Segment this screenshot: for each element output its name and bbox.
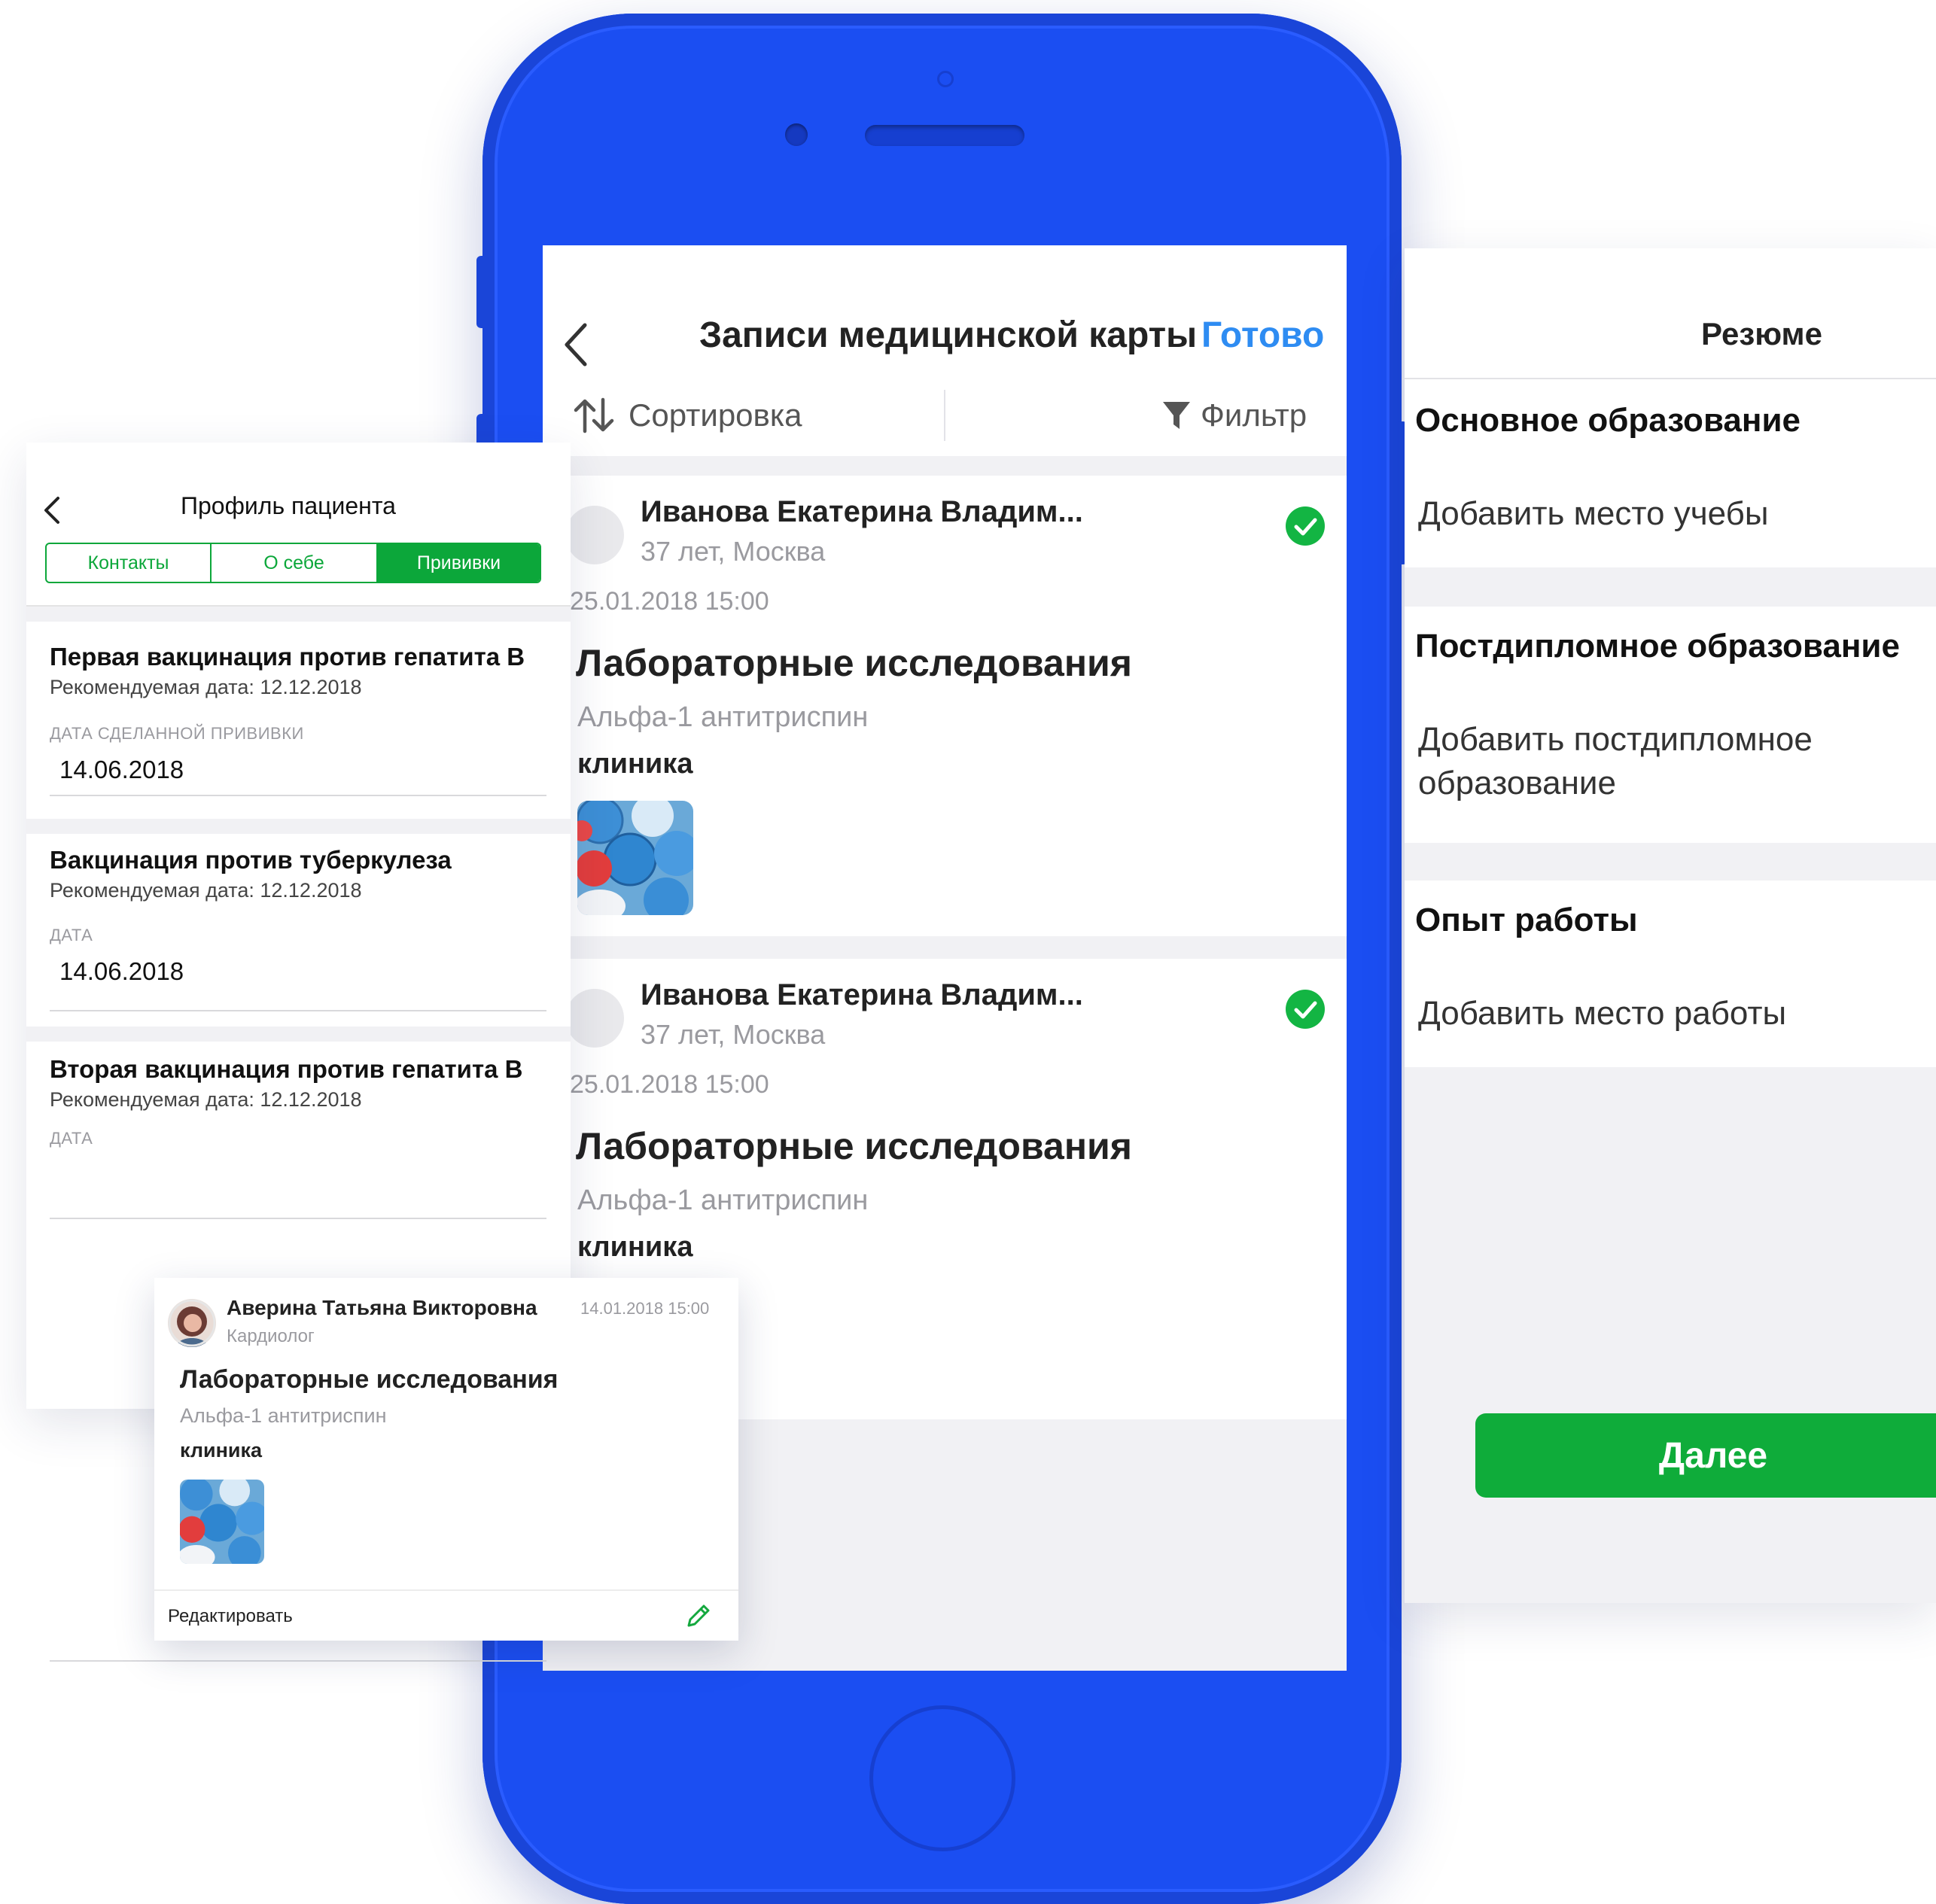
resume-header: Резюме: [1405, 248, 1936, 379]
patient-name: Иванова Екатерина Владим...: [641, 978, 1083, 1011]
page-title: Профиль пациента: [181, 492, 396, 519]
vaccination-recommended-date: Рекомендуемая дата: 12.12.2018: [50, 1088, 362, 1111]
pencil-icon[interactable]: [683, 1601, 713, 1632]
record-datetime: 25.01.2018 15:00: [570, 1070, 769, 1099]
sort-label: Сортировка: [629, 397, 802, 433]
vaccination-title: Вакцинация против туберкулеза: [50, 846, 452, 874]
home-button[interactable]: [869, 1705, 1015, 1851]
patient-avatar: [565, 506, 624, 564]
tab-vaccinations[interactable]: Прививки: [376, 544, 540, 582]
vaccination-date-label: ДАТА: [50, 926, 93, 944]
sort-arrows-icon: [574, 397, 614, 433]
record-datetime: 25.01.2018 15:00: [570, 587, 769, 616]
phone-side-button: [476, 256, 489, 328]
record-clinic: клиника: [577, 1231, 693, 1263]
add-work-link[interactable]: Добавить место работы: [1418, 992, 1786, 1036]
section-heading: Основное образование: [1415, 402, 1801, 439]
profile-header: Профиль пациента Контакты О себе Прививк…: [26, 443, 571, 607]
doctor-name: Аверина Татьяна Викторовна: [227, 1296, 537, 1319]
profile-tabs: Контакты О себе Прививки: [45, 543, 541, 583]
add-education-link[interactable]: Добавить место учебы: [1418, 492, 1768, 536]
patient-name: Иванова Екатерина Владим...: [641, 495, 1083, 528]
vaccination-date-label: ДАТА СДЕЛАННОЙ ПРИВИВКИ: [50, 724, 304, 743]
record-subtitle: Альфа-1 антитриспин: [577, 1185, 869, 1216]
field-underline: [50, 1660, 546, 1662]
field-underline: [50, 1010, 546, 1011]
record-subtitle: Альфа-1 антитриспин: [180, 1404, 387, 1427]
toolbar-divider: [944, 390, 945, 441]
record-clinic: клиника: [577, 748, 693, 780]
chevron-left-icon[interactable]: [37, 489, 64, 531]
page-title: Записи медицинской карты: [699, 315, 1198, 355]
add-postgraduate-line2: образование: [1418, 765, 1616, 801]
record-title: Лабораторные исследования: [576, 1125, 1132, 1167]
record-title: Лабораторные исследования: [180, 1365, 559, 1394]
vaccination-item: Вакцинация против туберкулеза Рекомендуе…: [26, 834, 571, 1027]
doctor-record-card[interactable]: Аверина Татьяна Викторовна Кардиолог 14.…: [154, 1278, 738, 1641]
record-card[interactable]: Иванова Екатерина Владим... 37 лет, Моск…: [543, 476, 1347, 936]
card-footer: Редактировать: [154, 1589, 738, 1642]
vaccination-date-field[interactable]: 14.06.2018: [59, 957, 184, 986]
doctor-role: Кардиолог: [227, 1326, 315, 1346]
section-heading: Постдипломное образование: [1415, 628, 1900, 665]
avatar: [168, 1299, 216, 1347]
vaccination-title: Первая вакцинация против гепатита B: [50, 643, 525, 671]
check-circle-icon: [1285, 506, 1326, 546]
patient-meta: 37 лет, Москва: [641, 536, 826, 567]
vaccination-title: Вторая вакцинация против гепатита B: [50, 1055, 523, 1083]
record-attachment-thumbnail[interactable]: [180, 1480, 264, 1564]
record-attachment-thumbnail[interactable]: [577, 801, 693, 915]
check-circle-icon: [1285, 989, 1326, 1030]
edit-button[interactable]: Редактировать: [168, 1606, 293, 1627]
vaccination-recommended-date: Рекомендуемая дата: 12.12.2018: [50, 879, 362, 902]
field-underline: [50, 795, 546, 796]
section-separator: [26, 819, 571, 834]
proximity-sensor: [937, 71, 954, 87]
patient-profile-panel: Профиль пациента Контакты О себе Прививк…: [26, 443, 571, 1662]
earpiece-speaker: [865, 125, 1024, 146]
tab-contacts[interactable]: Контакты: [47, 544, 210, 582]
chevron-left-icon[interactable]: [555, 313, 600, 373]
navigation-bar: Записи медицинской карты Готово Сортиров…: [543, 245, 1347, 456]
section-heading: Опыт работы: [1415, 902, 1638, 938]
vaccination-date-label: ДАТА: [50, 1129, 93, 1148]
add-postgraduate-link[interactable]: Добавить постдипломное образование: [1418, 718, 1813, 805]
front-camera: [785, 123, 808, 146]
patient-avatar: [565, 989, 624, 1048]
filter-button[interactable]: Фильтр: [1161, 393, 1307, 438]
education-section: Основное образование Добавить место учеб…: [1405, 379, 1936, 567]
work-experience-section: Опыт работы Добавить место работы: [1405, 881, 1936, 1067]
record-datetime: 14.01.2018 15:00: [580, 1299, 710, 1318]
vaccination-item: Первая вакцинация против гепатита B Реко…: [26, 622, 571, 819]
page-title: Резюме: [1701, 316, 1822, 351]
vaccination-date-field[interactable]: 14.06.2018: [59, 756, 184, 784]
resume-panel: Резюме Основное образование Добавить мес…: [1405, 248, 1936, 1603]
filter-label: Фильтр: [1201, 397, 1307, 433]
done-button[interactable]: Готово: [1201, 315, 1324, 356]
add-postgraduate-line1: Добавить постдипломное: [1418, 721, 1813, 758]
filter-funnel-icon: [1163, 402, 1190, 429]
patient-meta: 37 лет, Москва: [641, 1019, 826, 1050]
vaccination-recommended-date: Рекомендуемая дата: 12.12.2018: [50, 676, 362, 698]
section-separator: [26, 1027, 571, 1042]
record-title: Лабораторные исследования: [576, 642, 1132, 684]
field-underline: [50, 1218, 546, 1219]
next-button[interactable]: Далее: [1475, 1413, 1936, 1498]
postgraduate-section: Постдипломное образование Добавить постд…: [1405, 607, 1936, 843]
record-clinic: клиника: [180, 1439, 263, 1461]
section-separator: [26, 607, 571, 622]
record-subtitle: Альфа-1 антитриспин: [577, 701, 869, 733]
tab-about[interactable]: О себе: [210, 544, 376, 582]
sort-button[interactable]: Сортировка: [573, 393, 802, 438]
